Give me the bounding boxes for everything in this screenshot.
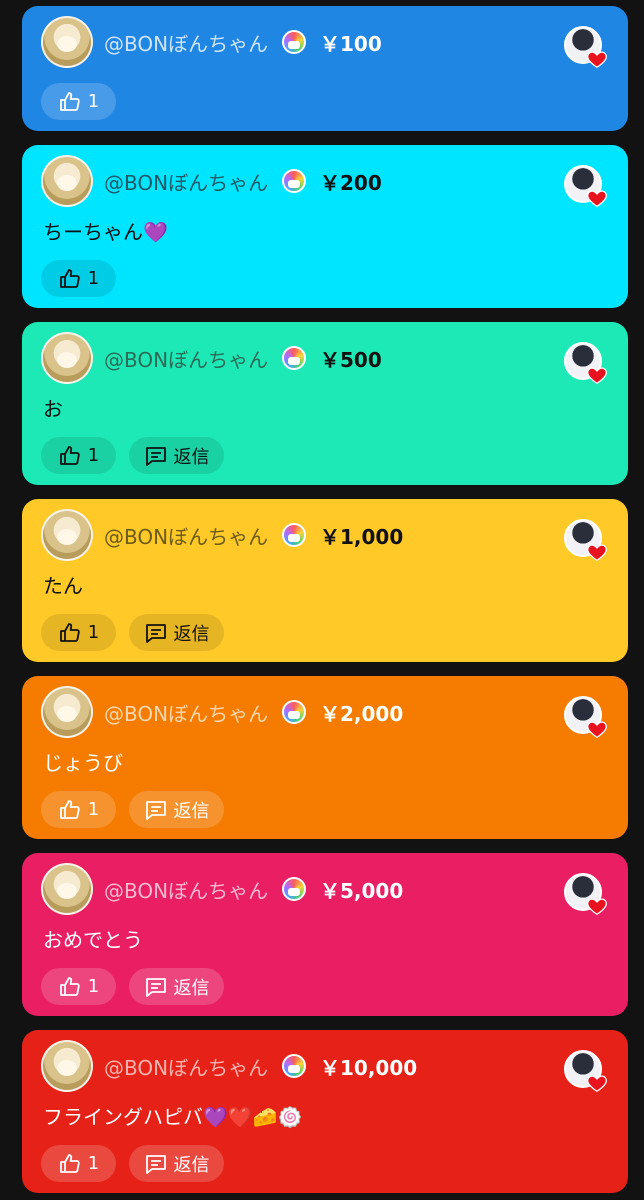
user-avatar[interactable] <box>41 16 93 68</box>
donation-amount: ￥10,000 <box>320 1056 418 1080</box>
heart-icon <box>586 187 608 209</box>
like-button[interactable]: 1 <box>41 791 116 828</box>
reply-label: 返信 <box>173 977 210 999</box>
like-count: 1 <box>87 799 100 820</box>
reply-button[interactable]: 返信 <box>129 968 224 1005</box>
comment-icon <box>144 798 168 822</box>
donation-amount: ￥500 <box>320 348 382 372</box>
comment-icon <box>144 444 168 468</box>
comment-icon <box>144 1152 168 1176</box>
superchat-card: @BONぼんちゃん ￥100 1 <box>22 6 628 131</box>
reply-button[interactable]: 返信 <box>129 437 224 474</box>
user-avatar[interactable] <box>41 155 93 207</box>
heart-icon <box>586 48 608 70</box>
heart-icon <box>586 541 608 563</box>
reply-button[interactable]: 返信 <box>129 614 224 651</box>
username[interactable]: @BONぼんちゃん <box>104 1056 268 1080</box>
thumbs-up-icon <box>58 444 82 468</box>
member-badge-icon <box>282 346 306 370</box>
chat-message: ちーちゃん💜 <box>43 220 168 244</box>
donation-amount: ￥5,000 <box>320 879 404 903</box>
like-button[interactable]: 1 <box>41 614 116 651</box>
reply-label: 返信 <box>173 800 210 822</box>
like-button[interactable]: 1 <box>41 83 116 120</box>
member-badge-icon <box>282 877 306 901</box>
like-button[interactable]: 1 <box>41 437 116 474</box>
heart-icon <box>586 1072 608 1094</box>
thumbs-up-icon <box>58 621 82 645</box>
username[interactable]: @BONぼんちゃん <box>104 702 268 726</box>
username[interactable]: @BONぼんちゃん <box>104 879 268 903</box>
like-count: 1 <box>87 622 100 643</box>
superchat-card: @BONぼんちゃん ￥10,000 フライングハピバ💜❤️🧀🍥 1 返信 <box>22 1030 628 1193</box>
username[interactable]: @BONぼんちゃん <box>104 525 268 549</box>
superchat-card: @BONぼんちゃん ￥200 ちーちゃん💜 1 <box>22 145 628 308</box>
member-badge-icon <box>282 30 306 54</box>
donation-amount: ￥2,000 <box>320 702 404 726</box>
superchat-card: @BONぼんちゃん ￥5,000 おめでとう 1 返信 <box>22 853 628 1016</box>
chat-message: フライングハピバ💜❤️🧀🍥 <box>43 1105 303 1129</box>
member-badge-icon <box>282 523 306 547</box>
comment-icon <box>144 975 168 999</box>
like-button[interactable]: 1 <box>41 968 116 1005</box>
reply-label: 返信 <box>173 623 210 645</box>
like-count: 1 <box>87 976 100 997</box>
username[interactable]: @BONぼんちゃん <box>104 171 268 195</box>
superchat-card: @BONぼんちゃん ￥1,000 たん 1 返信 <box>22 499 628 662</box>
donation-amount: ￥100 <box>320 32 382 56</box>
like-count: 1 <box>87 268 100 289</box>
like-count: 1 <box>87 1153 100 1174</box>
thumbs-up-icon <box>58 798 82 822</box>
user-avatar[interactable] <box>41 686 93 738</box>
chat-message: たん <box>43 574 83 598</box>
user-avatar[interactable] <box>41 863 93 915</box>
member-badge-icon <box>282 1054 306 1078</box>
reply-button[interactable]: 返信 <box>129 1145 224 1182</box>
reply-label: 返信 <box>173 1154 210 1176</box>
thumbs-up-icon <box>58 975 82 999</box>
user-avatar[interactable] <box>41 509 93 561</box>
superchat-card: @BONぼんちゃん ￥2,000 じょうび 1 返信 <box>22 676 628 839</box>
username[interactable]: @BONぼんちゃん <box>104 32 268 56</box>
heart-icon <box>586 718 608 740</box>
thumbs-up-icon <box>58 1152 82 1176</box>
like-count: 1 <box>87 445 100 466</box>
reply-label: 返信 <box>173 446 210 468</box>
heart-icon <box>586 364 608 386</box>
chat-message: お <box>43 397 63 421</box>
comment-icon <box>144 621 168 645</box>
like-count: 1 <box>87 91 100 112</box>
donation-amount: ￥1,000 <box>320 525 404 549</box>
thumbs-up-icon <box>58 90 82 114</box>
thumbs-up-icon <box>58 267 82 291</box>
like-button[interactable]: 1 <box>41 1145 116 1182</box>
member-badge-icon <box>282 169 306 193</box>
reply-button[interactable]: 返信 <box>129 791 224 828</box>
member-badge-icon <box>282 700 306 724</box>
user-avatar[interactable] <box>41 1040 93 1092</box>
chat-message: おめでとう <box>43 928 143 952</box>
user-avatar[interactable] <box>41 332 93 384</box>
heart-icon <box>586 895 608 917</box>
like-button[interactable]: 1 <box>41 260 116 297</box>
donation-amount: ￥200 <box>320 171 382 195</box>
username[interactable]: @BONぼんちゃん <box>104 348 268 372</box>
chat-message: じょうび <box>43 751 123 775</box>
superchat-card: @BONぼんちゃん ￥500 お 1 返信 <box>22 322 628 485</box>
